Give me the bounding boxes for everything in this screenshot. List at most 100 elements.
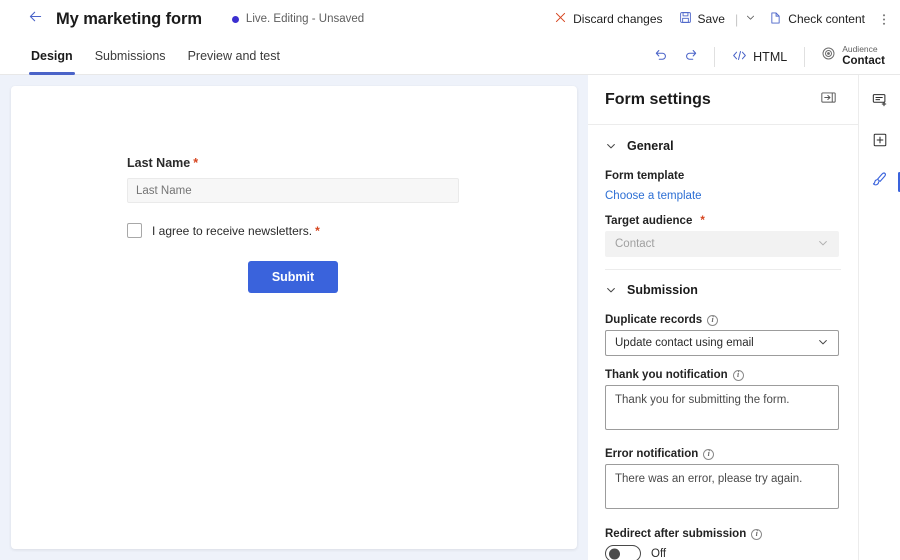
form-settings-panel: Form settings General Form template Choo… [588,75,858,560]
document-icon [769,11,782,28]
add-field-icon [872,92,888,113]
settings-title: Form settings [605,90,711,108]
target-icon [821,46,836,66]
consent-row[interactable]: I agree to receive newsletters. * [127,223,577,238]
back-button[interactable] [20,4,50,34]
toggle-knob [609,548,620,559]
last-name-required-asterisk: * [193,156,199,170]
styles-button[interactable] [865,167,900,197]
target-audience-label-text: Target audience [605,215,693,227]
panel-collapse-button[interactable] [816,89,840,111]
check-content-button[interactable]: Check content [762,6,872,33]
chevron-down-icon [817,237,829,252]
undo-button[interactable] [646,44,674,70]
redirect-after-submission-toggle[interactable] [605,545,641,560]
last-name-label: Last Name * [127,156,577,170]
save-divider: | [734,11,739,27]
info-icon[interactable]: i [703,448,715,460]
audience-divider [804,46,806,67]
form-editor-app: My marketing form Live. Editing - Unsave… [0,0,900,560]
tab-submissions[interactable]: Submissions [84,38,177,75]
info-icon[interactable]: i [751,528,763,540]
more-options-button[interactable] [874,7,894,32]
section-general-header[interactable]: General [605,125,841,161]
styles-brush-icon [871,171,888,193]
redirect-toggle-row: Off [605,545,841,560]
duplicate-records-value: Update contact using email [615,337,754,349]
discard-changes-label: Discard changes [573,12,663,26]
chevron-down-icon [817,336,829,351]
consent-checkbox[interactable] [127,223,142,238]
submit-button[interactable]: Submit [247,261,339,293]
toolbar-divider [714,46,716,67]
add-section-icon [872,132,888,153]
add-field-button[interactable] [865,87,895,117]
target-audience-select: Contact [605,231,839,257]
more-vertical-icon [882,12,886,27]
target-audience-value: Contact [615,238,655,250]
audience-button[interactable]: Audience Contact [814,42,892,71]
tab-preview-and-test[interactable]: Preview and test [177,38,291,75]
status-dot-icon [231,15,239,23]
tab-bar-actions: HTML Audience Contact [646,38,892,75]
discard-changes-button[interactable]: Discard changes [547,6,669,32]
tab-design-label: Design [31,49,73,63]
top-command-bar: My marketing form Live. Editing - Unsave… [0,0,900,38]
save-label: Save [697,12,725,26]
choose-a-template-link[interactable]: Choose a template [605,190,702,202]
duplicate-records-select[interactable]: Update contact using email [605,330,839,356]
page-title: My marketing form [56,9,202,28]
settings-header: Form settings [588,75,858,125]
last-name-input[interactable] [127,178,459,203]
target-audience-label: Target audience * [605,215,841,227]
thank-you-notification-textarea[interactable] [605,385,839,430]
form-canvas: Last Name* I agree to receive newsletter… [0,75,588,560]
audience-text: Audience Contact [842,44,885,68]
code-brackets-icon [732,49,747,65]
redirect-after-submission-label-text: Redirect after submission [605,528,747,540]
tab-preview-and-test-label: Preview and test [187,49,280,63]
chevron-down-icon [745,10,756,28]
tab-bar: Design Submissions Preview and test HTML… [0,38,900,75]
redo-arrow-icon [684,47,699,67]
thank-you-notification-label: Thank you notification i [605,369,841,381]
info-icon[interactable]: i [732,369,744,381]
form-card[interactable]: Last Name* I agree to receive newsletter… [11,86,577,549]
audience-value: Contact [842,54,885,67]
tab-design[interactable]: Design [20,38,84,75]
save-options-button[interactable] [741,5,760,33]
info-icon[interactable]: i [707,314,719,326]
error-notification-label: Error notification i [605,448,841,460]
redirect-after-submission-label: Redirect after submission i [605,528,841,540]
target-audience-required-asterisk: * [700,215,705,227]
redirect-toggle-state: Off [651,547,667,560]
html-label: HTML [753,49,788,64]
tab-submissions-label: Submissions [94,49,166,63]
arrow-left-icon [27,8,44,30]
last-name-label-text: Last Name [127,156,191,170]
html-button[interactable]: HTML [724,45,795,69]
undo-arrow-icon [653,47,668,67]
section-submission-label: Submission [627,283,698,297]
save-button[interactable]: Save [672,6,732,32]
right-tool-rail [858,75,900,560]
section-submission-header[interactable]: Submission [605,269,841,305]
duplicate-records-label: Duplicate records i [605,314,841,326]
check-content-label: Check content [788,12,865,26]
add-section-button[interactable] [865,127,895,157]
redo-button[interactable] [677,44,705,70]
thank-you-notification-label-text: Thank you notification [605,369,728,381]
status-text: Live. Editing - Unsaved [245,13,365,25]
floppy-disk-icon [679,11,692,27]
chevron-down-icon [605,284,617,296]
status-indicator: Live. Editing - Unsaved [231,13,365,25]
panel-collapse-icon [820,91,836,109]
error-notification-label-text: Error notification [605,448,699,460]
settings-body: General Form template Choose a template … [588,125,858,560]
chevron-down-icon [605,140,617,152]
error-notification-textarea[interactable] [605,464,839,509]
close-x-icon [554,11,567,27]
tab-list: Design Submissions Preview and test [20,38,291,75]
consent-label: I agree to receive newsletters. * [152,224,320,238]
top-bar-actions: Discard changes Save | Check content [547,0,894,38]
